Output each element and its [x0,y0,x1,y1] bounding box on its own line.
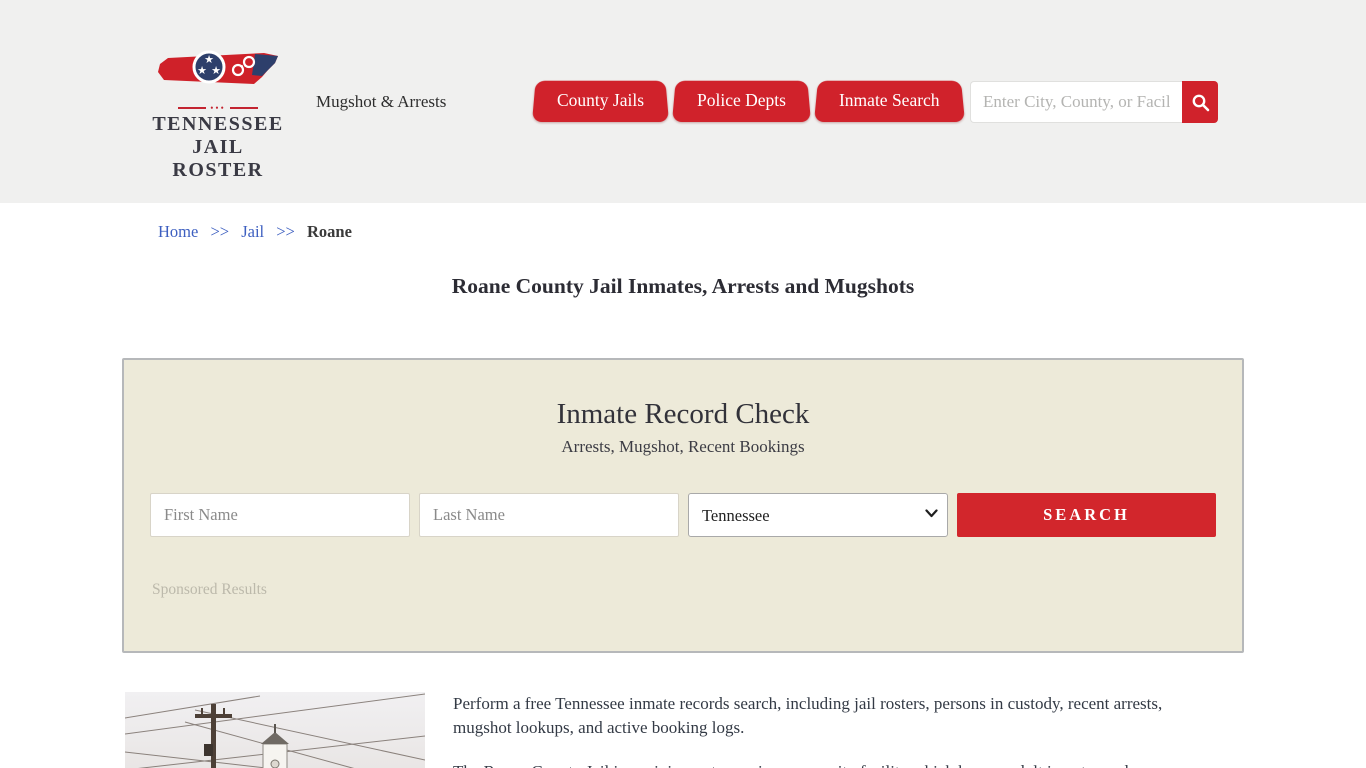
logo-text-line2: JAIL ROSTER [172,136,264,181]
site-tagline: Mugshot & Arrests [316,92,447,111]
last-name-input[interactable] [419,493,679,537]
nav-county-jails-button[interactable]: County Jails [532,78,669,122]
intro-paragraph-1: Perform a free Tennessee inmate records … [453,694,1163,737]
main-nav: County Jails Police Depts Inmate Search [532,78,968,122]
breadcrumb-home-link[interactable]: Home [158,222,198,241]
header-search-button[interactable] [1182,81,1218,123]
search-form: Tennessee SEARCH [150,493,1216,537]
site-logo[interactable]: ★ ★ ★ ••• TENNESSEE JAIL ROSTER [152,50,284,182]
panel-subtitle: Arrests, Mugshot, Recent Bookings [561,437,805,456]
nav-county-jails-label: County Jails [557,90,645,110]
intro-paragraph-2: The Roane County Jail is a minimum to ma… [453,760,1195,768]
search-button[interactable]: SEARCH [957,493,1216,537]
panel-title: Inmate Record Check [556,398,810,430]
star-right: ★ [211,64,221,77]
page-title: Roane County Jail Inmates, Arrests and M… [451,274,915,298]
nav-police-depts-button[interactable]: Police Depts [672,78,811,122]
nav-inmate-search-button[interactable]: Inmate Search [814,78,965,122]
breadcrumb: Home >> Jail >> Roane [158,222,352,242]
inmate-record-check-panel: Inmate Record Check Arrests, Mugshot, Re… [122,358,1244,653]
state-select-wrapper: Tennessee [688,493,948,537]
star-left: ★ [197,64,207,77]
page: ★ ★ ★ ••• TENNESSEE JAIL ROSTER Mugshot … [0,0,1366,768]
logo-divider: ••• [152,104,284,113]
intro-text: Perform a free Tennessee inmate records … [453,692,1195,768]
breadcrumb-current: Roane [307,222,352,241]
header-search-input[interactable] [970,81,1182,123]
breadcrumb-separator: >> [210,222,230,241]
nav-inmate-search-label: Inmate Search [838,90,940,110]
search-icon [1192,94,1209,111]
nav-police-depts-label: Police Depts [697,90,786,110]
breadcrumb-jail-link[interactable]: Jail [241,222,264,241]
facility-photo [125,692,425,768]
sponsored-results-label: Sponsored Results [152,581,267,598]
header-search [970,81,1218,123]
logo-text-line1: TENNESSEE [152,113,284,135]
site-header: ★ ★ ★ ••• TENNESSEE JAIL ROSTER Mugshot … [0,0,1366,203]
breadcrumb-separator: >> [276,222,295,241]
state-select[interactable]: Tennessee [688,493,948,537]
tennessee-map-icon: ★ ★ ★ [158,50,278,84]
first-name-input[interactable] [150,493,410,537]
